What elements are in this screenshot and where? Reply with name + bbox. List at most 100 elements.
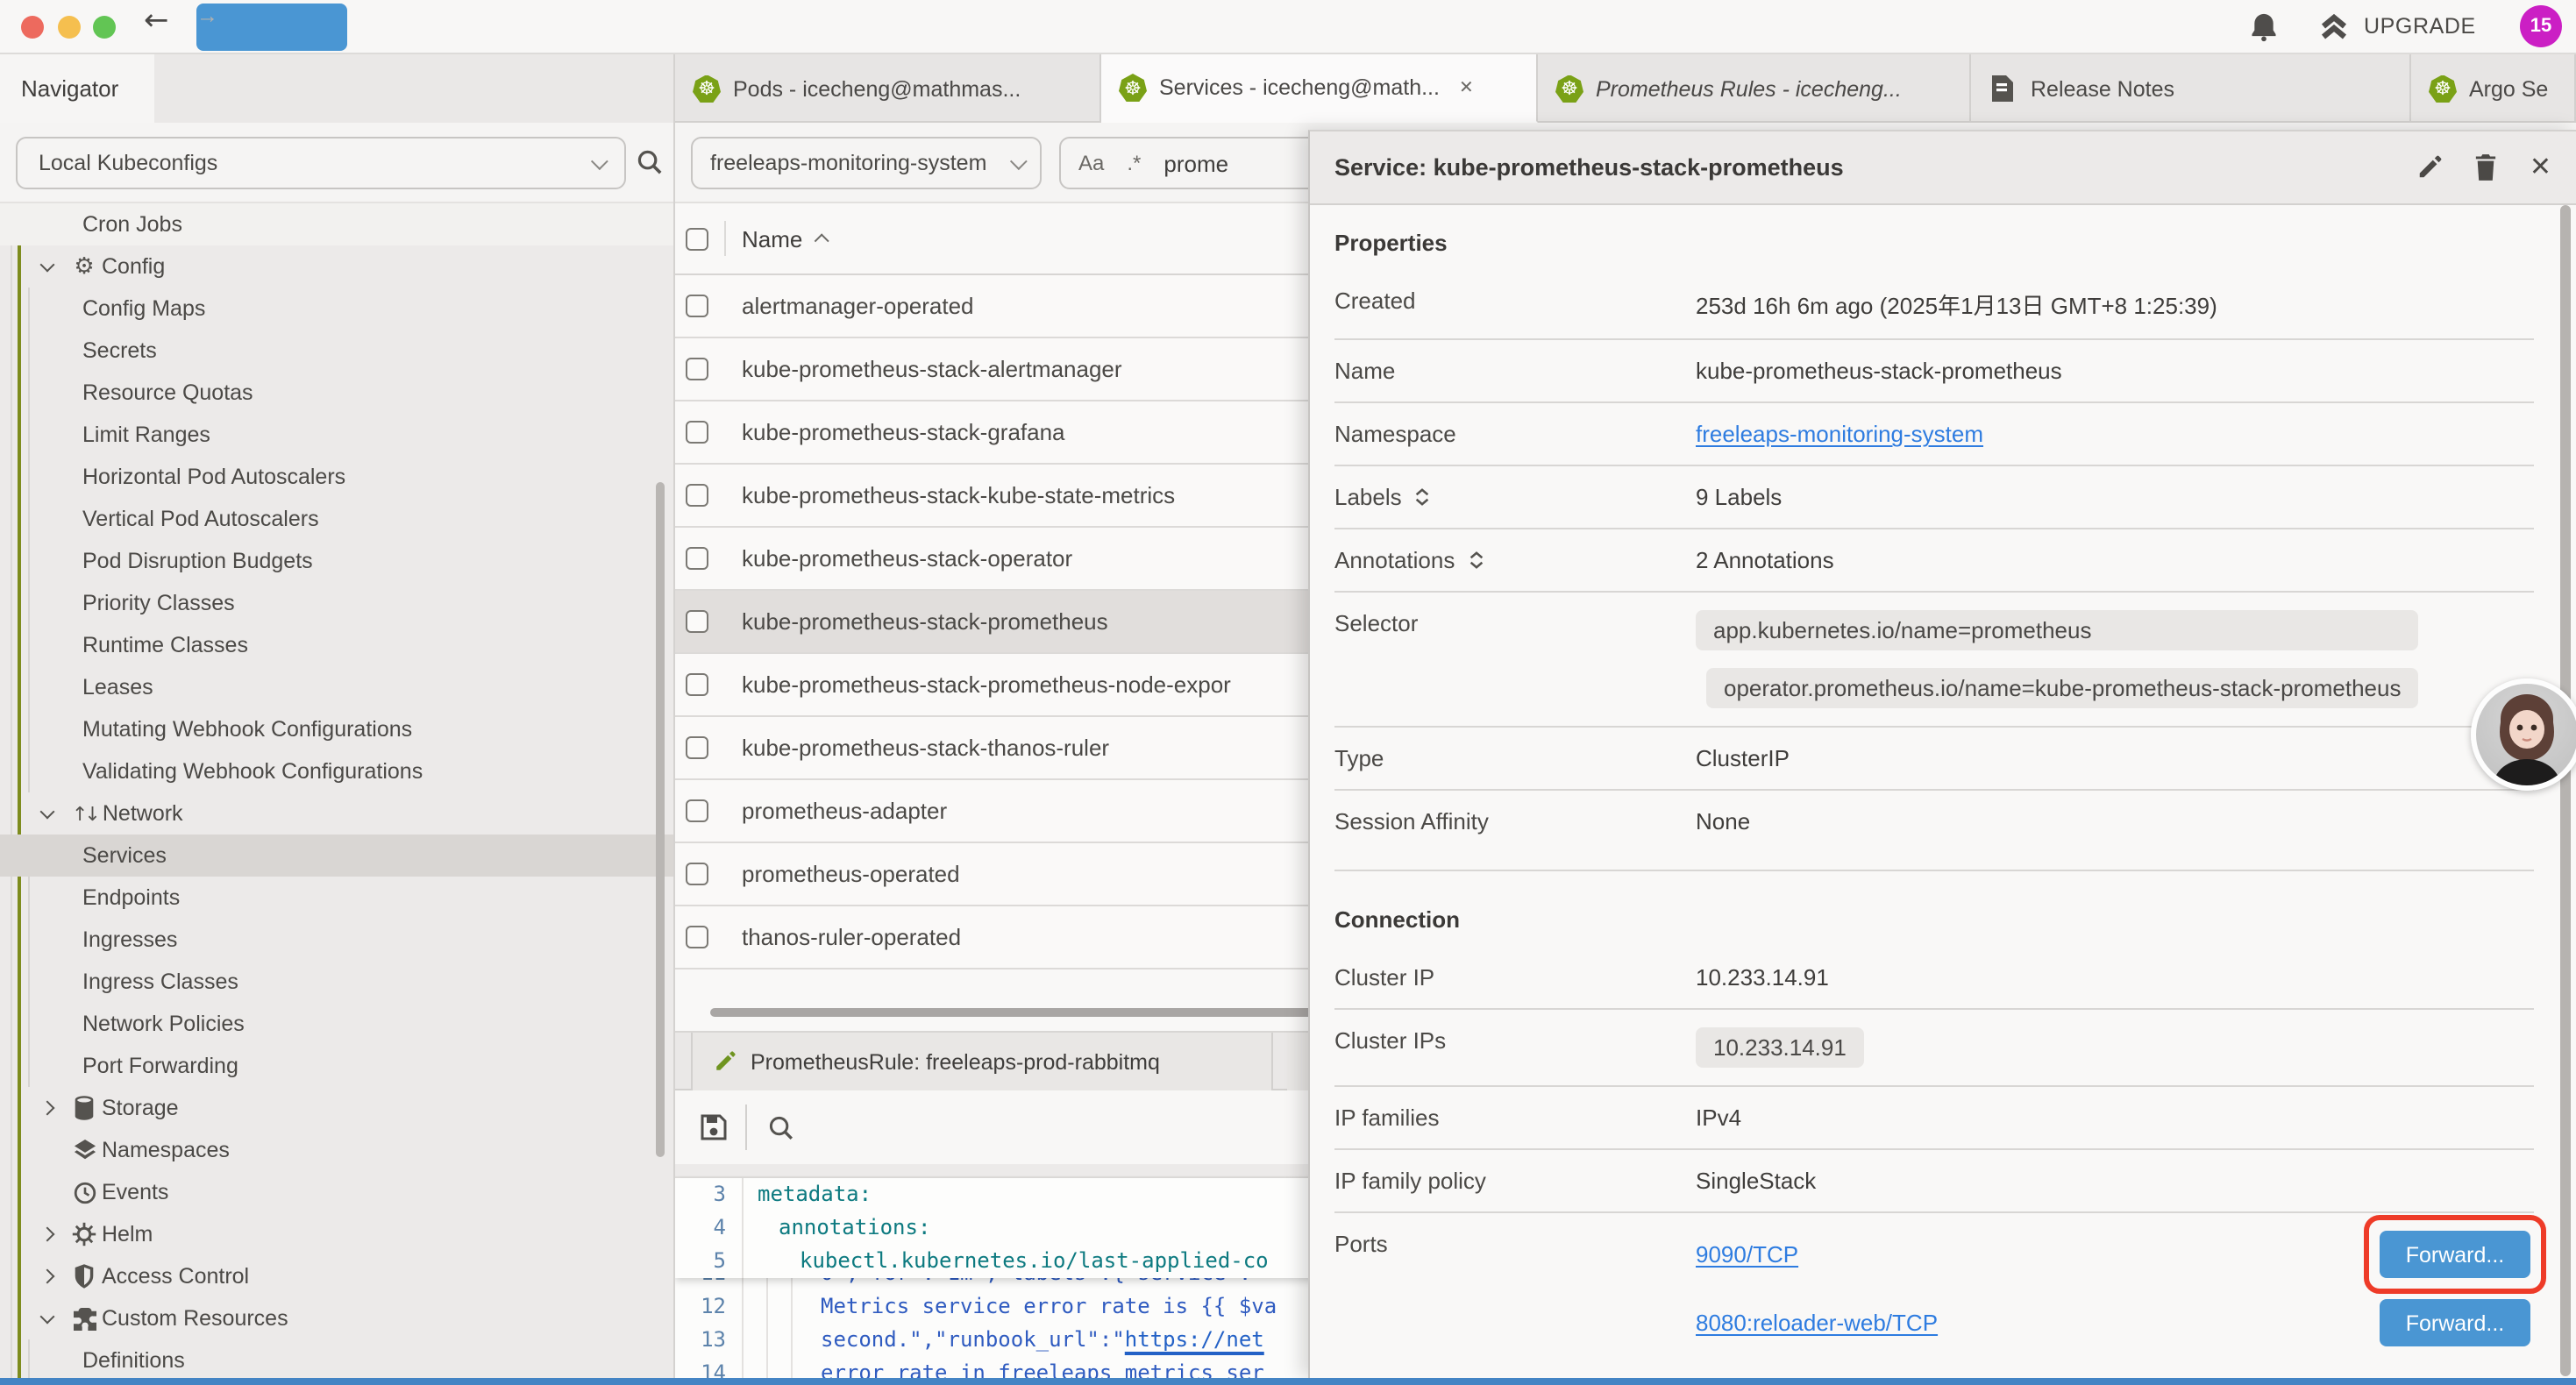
sidebar-item-services[interactable]: Services xyxy=(0,835,675,877)
property-row-ports: Ports 9090/TCP Forward... 8080:reloader-… xyxy=(1334,1213,2534,1364)
delete-trash-icon[interactable] xyxy=(2475,154,2498,181)
tab-prometheus-rules[interactable]: ☸ Prometheus Rules - icecheng... xyxy=(1538,54,1971,123)
status-accent-bar xyxy=(0,1378,2576,1385)
indent-guide xyxy=(766,1278,768,1378)
sidebar-item-network[interactable]: ↑↓ Network xyxy=(0,792,675,835)
row-checkbox[interactable] xyxy=(686,863,708,885)
network-arrows-icon: ↑↓ xyxy=(72,802,97,825)
row-checkbox[interactable] xyxy=(686,926,708,948)
edit-pencil-icon[interactable] xyxy=(2417,154,2444,181)
minimize-window-button[interactable] xyxy=(58,16,81,39)
name-column-header[interactable]: Name xyxy=(742,225,829,252)
back-arrow-icon[interactable]: ← xyxy=(144,4,169,39)
drawer-header: Service: kube-prometheus-stack-prometheu… xyxy=(1310,131,2576,205)
notifications-bell-icon[interactable] xyxy=(2250,12,2278,42)
notification-count-badge[interactable]: 15 xyxy=(2520,5,2562,47)
port-line: 9090/TCP Forward... xyxy=(1696,1231,2534,1278)
row-checkbox[interactable] xyxy=(686,673,708,696)
drawer-scrollbar[interactable] xyxy=(2560,205,2571,1376)
save-icon[interactable] xyxy=(700,1113,728,1141)
user-avatar[interactable] xyxy=(2471,678,2576,791)
row-checkbox[interactable] xyxy=(686,547,708,570)
row-checkbox[interactable] xyxy=(686,799,708,822)
sidebar-item-network-policies[interactable]: Network Policies xyxy=(0,1003,675,1045)
row-checkbox[interactable] xyxy=(686,610,708,633)
namespace-filter-dropdown[interactable]: freeleaps-monitoring-system xyxy=(691,137,1042,189)
section-heading: Connection xyxy=(1334,871,2534,947)
row-checkbox[interactable] xyxy=(686,484,708,507)
select-all-checkbox[interactable] xyxy=(686,227,708,250)
navigator-sidebar: Local Kubeconfigs Cron Jobs ⚙ Config Con… xyxy=(0,123,675,1378)
regex-toggle[interactable]: .* xyxy=(1127,151,1141,175)
forward-arrow-icon[interactable]: → xyxy=(196,4,347,51)
sidebar-item-events[interactable]: Events xyxy=(0,1171,675,1213)
expand-collapse-icon[interactable] xyxy=(1467,550,1484,570)
sidebar-item-config[interactable]: ⚙ Config xyxy=(0,245,675,288)
sidebar-item-priority-classes[interactable]: Priority Classes xyxy=(0,582,675,624)
sidebar-item-validating-webhook-configurations[interactable]: Validating Webhook Configurations xyxy=(0,750,675,792)
row-checkbox[interactable] xyxy=(686,736,708,759)
tab-services[interactable]: ☸ Services - icecheng@math... ✕ xyxy=(1101,54,1538,123)
cluster-ip-chip: 10.233.14.91 xyxy=(1696,1027,1864,1068)
navigator-panel-tab[interactable]: Navigator xyxy=(0,54,154,123)
clock-icon xyxy=(72,1181,96,1204)
sidebar-item-leases[interactable]: Leases xyxy=(0,666,675,708)
storage-icon xyxy=(72,1096,96,1120)
sidebar-item-custom-resources[interactable]: Custom Resources xyxy=(0,1297,675,1339)
sidebar-item-pod-disruption-budgets[interactable]: Pod Disruption Budgets xyxy=(0,540,675,582)
sidebar-item-ingresses[interactable]: Ingresses xyxy=(0,919,675,961)
selector-chip: operator.prometheus.io/name=kube-prometh… xyxy=(1706,668,2419,708)
tab-argo[interactable]: ☸ Argo Se xyxy=(2411,54,2576,123)
sidebar-item-limit-ranges[interactable]: Limit Ranges xyxy=(0,414,675,456)
property-row-name: Name kube-prometheus-stack-prometheus xyxy=(1334,340,2534,403)
sidebar-item-endpoints[interactable]: Endpoints xyxy=(0,877,675,919)
match-case-toggle[interactable]: Aa xyxy=(1078,151,1104,175)
tab-release-notes[interactable]: Release Notes xyxy=(1971,54,2411,123)
sidebar-item-vertical-pod-autoscalers[interactable]: Vertical Pod Autoscalers xyxy=(0,498,675,540)
sidebar-item-port-forwarding[interactable]: Port Forwarding xyxy=(0,1045,675,1087)
property-row-namespace: Namespace freeleaps-monitoring-system xyxy=(1334,403,2534,466)
row-checkbox[interactable] xyxy=(686,421,708,444)
row-checkbox[interactable] xyxy=(686,358,708,380)
namespace-link[interactable]: freeleaps-monitoring-system xyxy=(1696,421,1983,447)
forward-button[interactable]: Forward... xyxy=(2380,1299,2530,1346)
close-icon[interactable]: ✕ xyxy=(2530,154,2551,181)
sidebar-item-ingress-classes[interactable]: Ingress Classes xyxy=(0,961,675,1003)
resource-tree: Cron Jobs ⚙ Config Config Maps Secrets R… xyxy=(0,203,675,1378)
sidebar-item-storage[interactable]: Storage xyxy=(0,1087,675,1129)
forward-button[interactable]: Forward... xyxy=(2380,1231,2530,1278)
chevron-down-icon xyxy=(37,811,58,816)
tab-pods[interactable]: ☸ Pods - icecheng@mathmas... xyxy=(675,54,1101,123)
sidebar-item-helm[interactable]: Helm xyxy=(0,1213,675,1255)
editor-search-icon[interactable] xyxy=(768,1114,794,1140)
property-row-ip-families: IP families IPv4 xyxy=(1334,1087,2534,1150)
sidebar-item-resource-quotas[interactable]: Resource Quotas xyxy=(0,372,675,414)
port-link-9090[interactable]: 9090/TCP xyxy=(1696,1241,1798,1268)
sidebar-item-secrets[interactable]: Secrets xyxy=(0,330,675,372)
sidebar-item-horizontal-pod-autoscalers[interactable]: Horizontal Pod Autoscalers xyxy=(0,456,675,498)
expand-collapse-icon[interactable] xyxy=(1414,487,1432,507)
sidebar-search-icon[interactable] xyxy=(637,149,663,175)
sidebar-item-namespaces[interactable]: Namespaces xyxy=(0,1129,675,1171)
property-row-cluster-ip: Cluster IP 10.233.14.91 xyxy=(1334,947,2534,1010)
sidebar-item-config-maps[interactable]: Config Maps xyxy=(0,288,675,330)
upgrade-button[interactable]: UPGRADE xyxy=(2318,12,2476,40)
port-link-8080[interactable]: 8080:reloader-web/TCP xyxy=(1696,1310,1938,1336)
editor-tab-prometheusrule[interactable]: PrometheusRule: freeleaps-prod-rabbitmq xyxy=(691,1033,1273,1090)
close-window-button[interactable] xyxy=(21,16,44,39)
sidebar-scrollbar[interactable] xyxy=(656,482,665,1157)
kubernetes-icon: ☸ xyxy=(693,75,721,103)
chevron-right-icon xyxy=(37,1103,58,1113)
sidebar-item-definitions[interactable]: Definitions xyxy=(0,1339,675,1378)
window-titlebar: ← → UPGRADE 15 xyxy=(0,0,2576,54)
maximize-window-button[interactable] xyxy=(93,16,116,39)
indent-guide xyxy=(791,1278,793,1378)
sidebar-item-access-control[interactable]: Access Control xyxy=(0,1255,675,1297)
close-tab-icon[interactable]: ✕ xyxy=(1459,78,1474,97)
sidebar-item-cron-jobs[interactable]: Cron Jobs xyxy=(0,203,675,245)
sidebar-item-mutating-webhook-configurations[interactable]: Mutating Webhook Configurations xyxy=(0,708,675,750)
kubeconfig-selector[interactable]: Local Kubeconfigs xyxy=(16,137,626,189)
property-row-selector: Selector app.kubernetes.io/name=promethe… xyxy=(1334,593,2534,728)
sidebar-item-runtime-classes[interactable]: Runtime Classes xyxy=(0,624,675,666)
row-checkbox[interactable] xyxy=(686,295,708,317)
